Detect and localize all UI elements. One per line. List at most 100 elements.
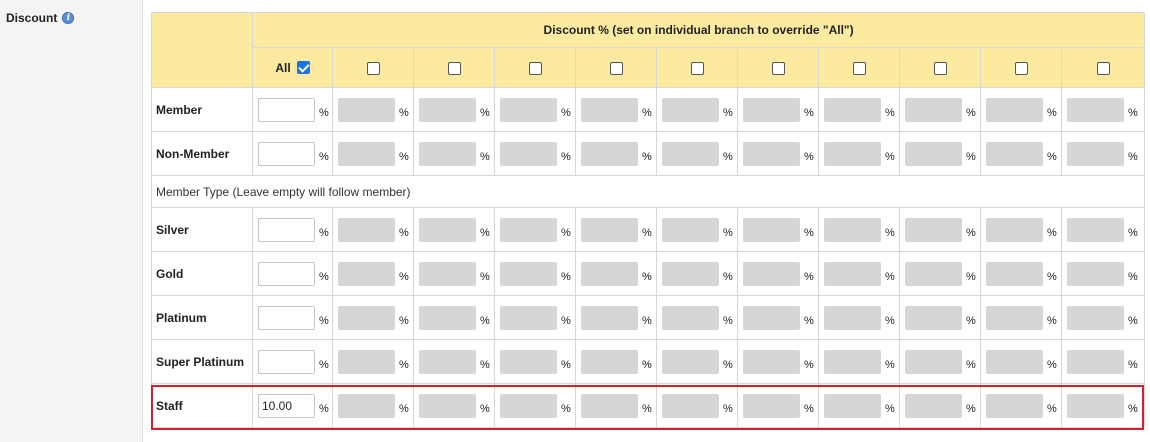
row-label: Super Platinum [151, 339, 253, 384]
percent-sign: % [804, 314, 814, 327]
percent-sign: % [561, 226, 571, 239]
branch-discount-input [1067, 261, 1124, 286]
branch-discount-cell: % [1060, 131, 1146, 176]
branch-override-checkbox[interactable] [852, 61, 866, 75]
branch-discount-input [1067, 393, 1124, 418]
all-discount-input[interactable] [258, 261, 315, 286]
branch-discount-input [743, 97, 800, 122]
info-icon[interactable]: i [62, 12, 75, 24]
percent-sign: % [319, 314, 329, 327]
branch-discount-input [986, 261, 1043, 286]
branch-discount-cell: % [332, 251, 414, 296]
percent-sign: % [561, 150, 571, 163]
branch-discount-cell: % [1060, 295, 1146, 340]
all-checkbox[interactable] [296, 61, 310, 74]
branch-discount-cell: % [980, 295, 1062, 340]
branch-discount-input [743, 393, 800, 418]
branch-discount-cell: % [494, 251, 576, 296]
all-discount-input[interactable]: 10.00 [258, 393, 315, 418]
branch-discount-input [743, 305, 800, 330]
percent-sign: % [885, 270, 895, 283]
branch-discount-input [662, 393, 719, 418]
all-discount-cell: 10.00% [252, 383, 333, 428]
branch-discount-input [419, 97, 476, 122]
branch-discount-cell: % [494, 131, 576, 176]
branch-discount-cell: % [818, 339, 900, 384]
percent-sign: % [885, 150, 895, 163]
branch-discount-cell: % [494, 207, 576, 252]
branch-discount-cell: % [332, 295, 414, 340]
all-discount-cell: % [252, 87, 333, 132]
branch-override-checkbox[interactable] [528, 61, 542, 75]
branch-discount-cell: % [413, 339, 495, 384]
branch-discount-cell: % [575, 251, 657, 296]
all-discount-input[interactable] [258, 305, 315, 330]
branch-override-checkbox[interactable] [609, 61, 623, 75]
percent-sign: % [642, 402, 652, 415]
branch-discount-cell: % [575, 131, 657, 176]
branch-override-checkbox[interactable] [366, 61, 380, 75]
branch-discount-cell: % [413, 131, 495, 176]
all-discount-input[interactable] [258, 97, 315, 122]
branch-discount-cell: % [494, 295, 576, 340]
branch-override-checkbox[interactable] [771, 61, 785, 75]
branch-discount-input [743, 141, 800, 166]
branch-discount-input [338, 261, 395, 286]
row-label: Staff [151, 383, 253, 428]
branch-discount-cell: % [656, 207, 738, 252]
branch-discount-cell: % [656, 251, 738, 296]
branch-override-checkbox[interactable] [1014, 61, 1028, 75]
percent-sign: % [399, 226, 409, 239]
percent-sign: % [1128, 358, 1138, 371]
branch-discount-cell: % [575, 207, 657, 252]
branch-discount-input [1067, 97, 1124, 122]
percent-sign: % [804, 358, 814, 371]
branch-discount-input [824, 217, 881, 242]
row-label: Gold [151, 251, 253, 296]
all-discount-input[interactable] [258, 349, 315, 374]
percent-sign: % [319, 106, 329, 119]
discount-label-text: Discount [6, 11, 58, 25]
percent-sign: % [480, 226, 490, 239]
header-all-cell: All [252, 47, 333, 88]
branch-discount-input [500, 217, 557, 242]
branch-discount-input [986, 393, 1043, 418]
branch-discount-input [986, 305, 1043, 330]
member-type-note: Member Type (Leave empty will follow mem… [150, 175, 1146, 208]
branch-discount-input [662, 261, 719, 286]
header-branch-cell [737, 47, 819, 88]
branch-discount-cell: % [494, 87, 576, 132]
branch-override-checkbox[interactable] [690, 61, 704, 75]
branch-override-checkbox[interactable] [447, 61, 461, 75]
percent-sign: % [804, 270, 814, 283]
branch-discount-input [905, 305, 962, 330]
branch-discount-input [1067, 349, 1124, 374]
row-label: Member [151, 87, 253, 132]
branch-discount-input [905, 261, 962, 286]
branch-discount-cell: % [575, 383, 657, 428]
discount-row: Member%%%%%%%%%%% [151, 87, 1146, 132]
header-corner-cell [151, 12, 253, 88]
branch-discount-cell: % [332, 87, 414, 132]
all-discount-input[interactable] [258, 217, 315, 242]
branch-override-checkbox[interactable] [933, 61, 947, 75]
header-branch-cell [575, 47, 657, 88]
branch-discount-cell: % [656, 295, 738, 340]
branch-discount-cell: % [1060, 251, 1146, 296]
branch-discount-input [581, 349, 638, 374]
branch-discount-input [662, 217, 719, 242]
percent-sign: % [561, 402, 571, 415]
percent-sign: % [1128, 270, 1138, 283]
branch-discount-input [581, 305, 638, 330]
branch-discount-cell: % [413, 207, 495, 252]
percent-sign: % [723, 270, 733, 283]
branch-discount-input [419, 393, 476, 418]
branch-discount-input [581, 217, 638, 242]
branch-discount-cell: % [413, 251, 495, 296]
all-discount-input[interactable] [258, 141, 315, 166]
percent-sign: % [966, 402, 976, 415]
branch-discount-input [500, 261, 557, 286]
branch-discount-input [581, 141, 638, 166]
branch-discount-input [338, 305, 395, 330]
branch-override-checkbox[interactable] [1096, 61, 1110, 75]
